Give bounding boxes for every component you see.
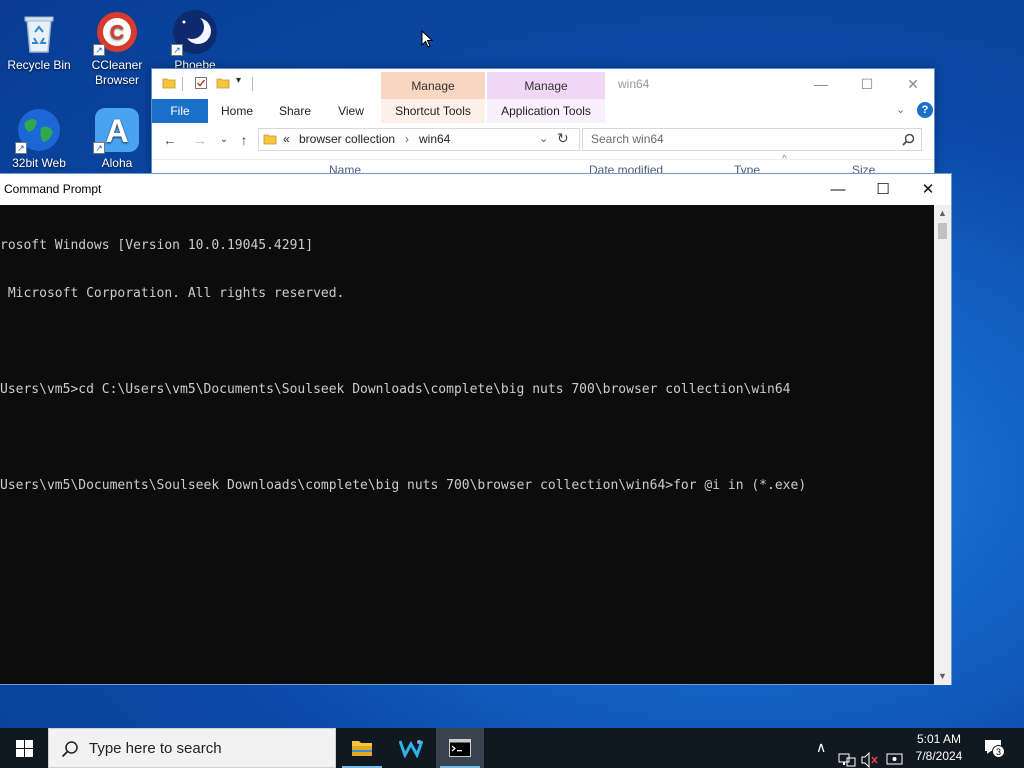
svg-text:A: A xyxy=(105,113,128,149)
properties-icon[interactable] xyxy=(194,76,208,90)
back-arrow-icon[interactable]: ← xyxy=(160,131,180,149)
address-row: ← → ⌄ ↑ « browser collection › win64 ⌄ ↻… xyxy=(152,125,934,155)
sort-indicator-icon: ^ xyxy=(782,154,787,165)
desktop-icon-label: 32bit Web xyxy=(12,156,66,170)
separator xyxy=(252,77,253,91)
tab-home[interactable]: Home xyxy=(212,99,262,123)
console-line: rosoft Windows [Version 10.0.19045.4291] xyxy=(0,238,314,253)
start-button[interactable] xyxy=(0,728,48,768)
mouse-cursor-icon xyxy=(421,30,433,48)
address-bar[interactable]: « browser collection › win64 ⌄ ↻ xyxy=(258,128,580,151)
clock-time: 5:01 AM xyxy=(916,732,962,746)
desktop-icon-label: Recycle Bin xyxy=(7,58,71,72)
recent-locations-chevron-icon[interactable]: ⌄ xyxy=(214,131,234,149)
tab-application-tools[interactable]: Application Tools xyxy=(487,99,605,123)
explorer-maximize-button[interactable]: ☐ xyxy=(844,69,890,99)
forward-arrow-icon[interactable]: → xyxy=(190,131,210,149)
taskbar: Type here to search ∧ 5:01 AM 7/8/2024 3 xyxy=(0,728,1024,768)
shortcut-arrow-icon: ↗ xyxy=(93,142,105,154)
wave-app-icon xyxy=(399,740,423,758)
tab-shortcut-tools[interactable]: Shortcut Tools xyxy=(381,99,485,123)
breadcrumb-item[interactable]: browser collection xyxy=(299,129,395,150)
file-explorer-icon xyxy=(352,741,372,756)
explorer-close-button[interactable]: ✕ xyxy=(890,69,936,99)
taskbar-search-placeholder: Type here to search xyxy=(89,740,222,757)
desktop-icon-ccleaner[interactable]: C ↗ CCleaner Browser xyxy=(79,8,155,88)
scroll-up-arrow-icon[interactable]: ▲ xyxy=(934,205,951,222)
aloha-icon: A ↗ xyxy=(93,106,141,154)
search-placeholder: Search win64 xyxy=(591,132,664,146)
clock-date: 7/8/2024 xyxy=(915,749,963,763)
taskbar-app-command-prompt[interactable] xyxy=(436,728,484,768)
shortcut-arrow-icon: ↗ xyxy=(171,44,183,56)
desktop-icon-32bit-web[interactable]: ↗ 32bit Web xyxy=(1,106,77,171)
tab-file[interactable]: File xyxy=(152,99,208,123)
taskbar-app-file-explorer[interactable] xyxy=(338,728,386,768)
help-icon[interactable]: ? xyxy=(917,102,933,118)
breadcrumb-separator-icon[interactable]: › xyxy=(405,129,409,150)
quick-access-dropdown-icon[interactable]: ▾ xyxy=(236,75,241,86)
command-prompt-icon xyxy=(449,739,471,757)
console-scrollbar[interactable]: ▲ ▼ xyxy=(934,205,951,685)
up-arrow-icon[interactable]: ↑ xyxy=(234,131,254,149)
tab-view[interactable]: View xyxy=(326,99,376,123)
breadcrumb-item[interactable]: win64 xyxy=(419,129,450,150)
scrollbar-thumb[interactable] xyxy=(938,223,947,239)
command-prompt-window[interactable]: Command Prompt — ☐ ✕ rosoft Windows [Ver… xyxy=(0,173,952,685)
desktop-icon-recycle-bin[interactable]: Recycle Bin xyxy=(1,8,77,73)
refresh-icon[interactable]: ↻ xyxy=(557,128,569,149)
shortcut-arrow-icon: ↗ xyxy=(15,142,27,154)
explorer-titlebar[interactable]: ▾ Manage Manage win64 — ☐ ✕ xyxy=(152,69,936,100)
desktop-icon-label: CCleaner Browser xyxy=(91,58,143,87)
desktop-icon-phoebe[interactable]: ↗ Phoebe xyxy=(157,8,233,73)
cmd-titlebar[interactable]: Command Prompt — ☐ ✕ xyxy=(0,174,951,205)
ribbon-tab-bar: File Home Share View Shortcut Tools Appl… xyxy=(152,99,934,123)
console-output[interactable]: rosoft Windows [Version 10.0.19045.4291]… xyxy=(0,205,934,685)
search-icon xyxy=(61,741,78,758)
manage-application-tools-tab[interactable]: Manage xyxy=(487,72,605,100)
file-explorer-window[interactable]: ▾ Manage Manage win64 — ☐ ✕ File Home Sh… xyxy=(151,68,935,178)
moon-icon: ↗ xyxy=(171,8,219,56)
separator xyxy=(182,77,183,91)
explorer-minimize-button[interactable]: — xyxy=(798,69,844,99)
display-icon[interactable] xyxy=(886,740,904,768)
console-line: Users\vm5\Documents\Soulseek Downloads\c… xyxy=(0,478,807,493)
explorer-search-box[interactable]: Search win64 xyxy=(582,128,922,151)
windows-logo-icon xyxy=(16,740,33,757)
recycle-bin-icon xyxy=(15,8,63,56)
notification-badge: 3 xyxy=(992,745,1005,758)
folder-icon xyxy=(263,134,277,145)
desktop-icon-aloha[interactable]: A ↗ Aloha xyxy=(79,106,155,171)
ccleaner-icon: C ↗ xyxy=(93,8,141,56)
shortcut-arrow-icon: ↗ xyxy=(93,44,105,56)
cmd-minimize-button[interactable]: — xyxy=(815,174,861,205)
taskbar-search-box[interactable]: Type here to search xyxy=(48,728,336,768)
notification-center-button[interactable]: 3 xyxy=(984,728,1014,768)
globe-icon: ↗ xyxy=(15,106,63,154)
search-icon[interactable] xyxy=(902,133,915,146)
address-dropdown-icon[interactable]: ⌄ xyxy=(539,129,548,150)
ribbon-expand-chevron-icon[interactable]: ⌄ xyxy=(896,103,905,116)
new-folder-icon[interactable] xyxy=(216,76,230,90)
network-icon[interactable] xyxy=(838,740,856,768)
show-hidden-icons-chevron-icon[interactable]: ∧ xyxy=(816,739,826,768)
cmd-close-button[interactable]: ✕ xyxy=(905,174,951,205)
scroll-down-arrow-icon[interactable]: ▼ xyxy=(934,668,951,685)
svg-text:C: C xyxy=(110,22,124,44)
cmd-window-title: Command Prompt xyxy=(4,182,102,196)
console-line: Users\vm5>cd C:\Users\vm5\Documents\Soul… xyxy=(0,382,791,397)
folder-icon xyxy=(162,78,176,89)
explorer-window-title: win64 xyxy=(618,77,650,91)
console-line: Microsoft Corporation. All rights reserv… xyxy=(0,286,345,301)
taskbar-app-wavebox[interactable] xyxy=(387,728,435,768)
desktop-icon-label: Aloha xyxy=(101,156,133,170)
system-clock[interactable]: 5:01 AM 7/8/2024 xyxy=(906,731,972,765)
manage-shortcut-tools-tab[interactable]: Manage xyxy=(381,72,485,100)
cmd-maximize-button[interactable]: ☐ xyxy=(860,174,906,205)
breadcrumb-overflow[interactable]: « xyxy=(283,129,290,150)
tab-share[interactable]: Share xyxy=(270,99,320,123)
volume-muted-icon[interactable] xyxy=(861,740,879,768)
